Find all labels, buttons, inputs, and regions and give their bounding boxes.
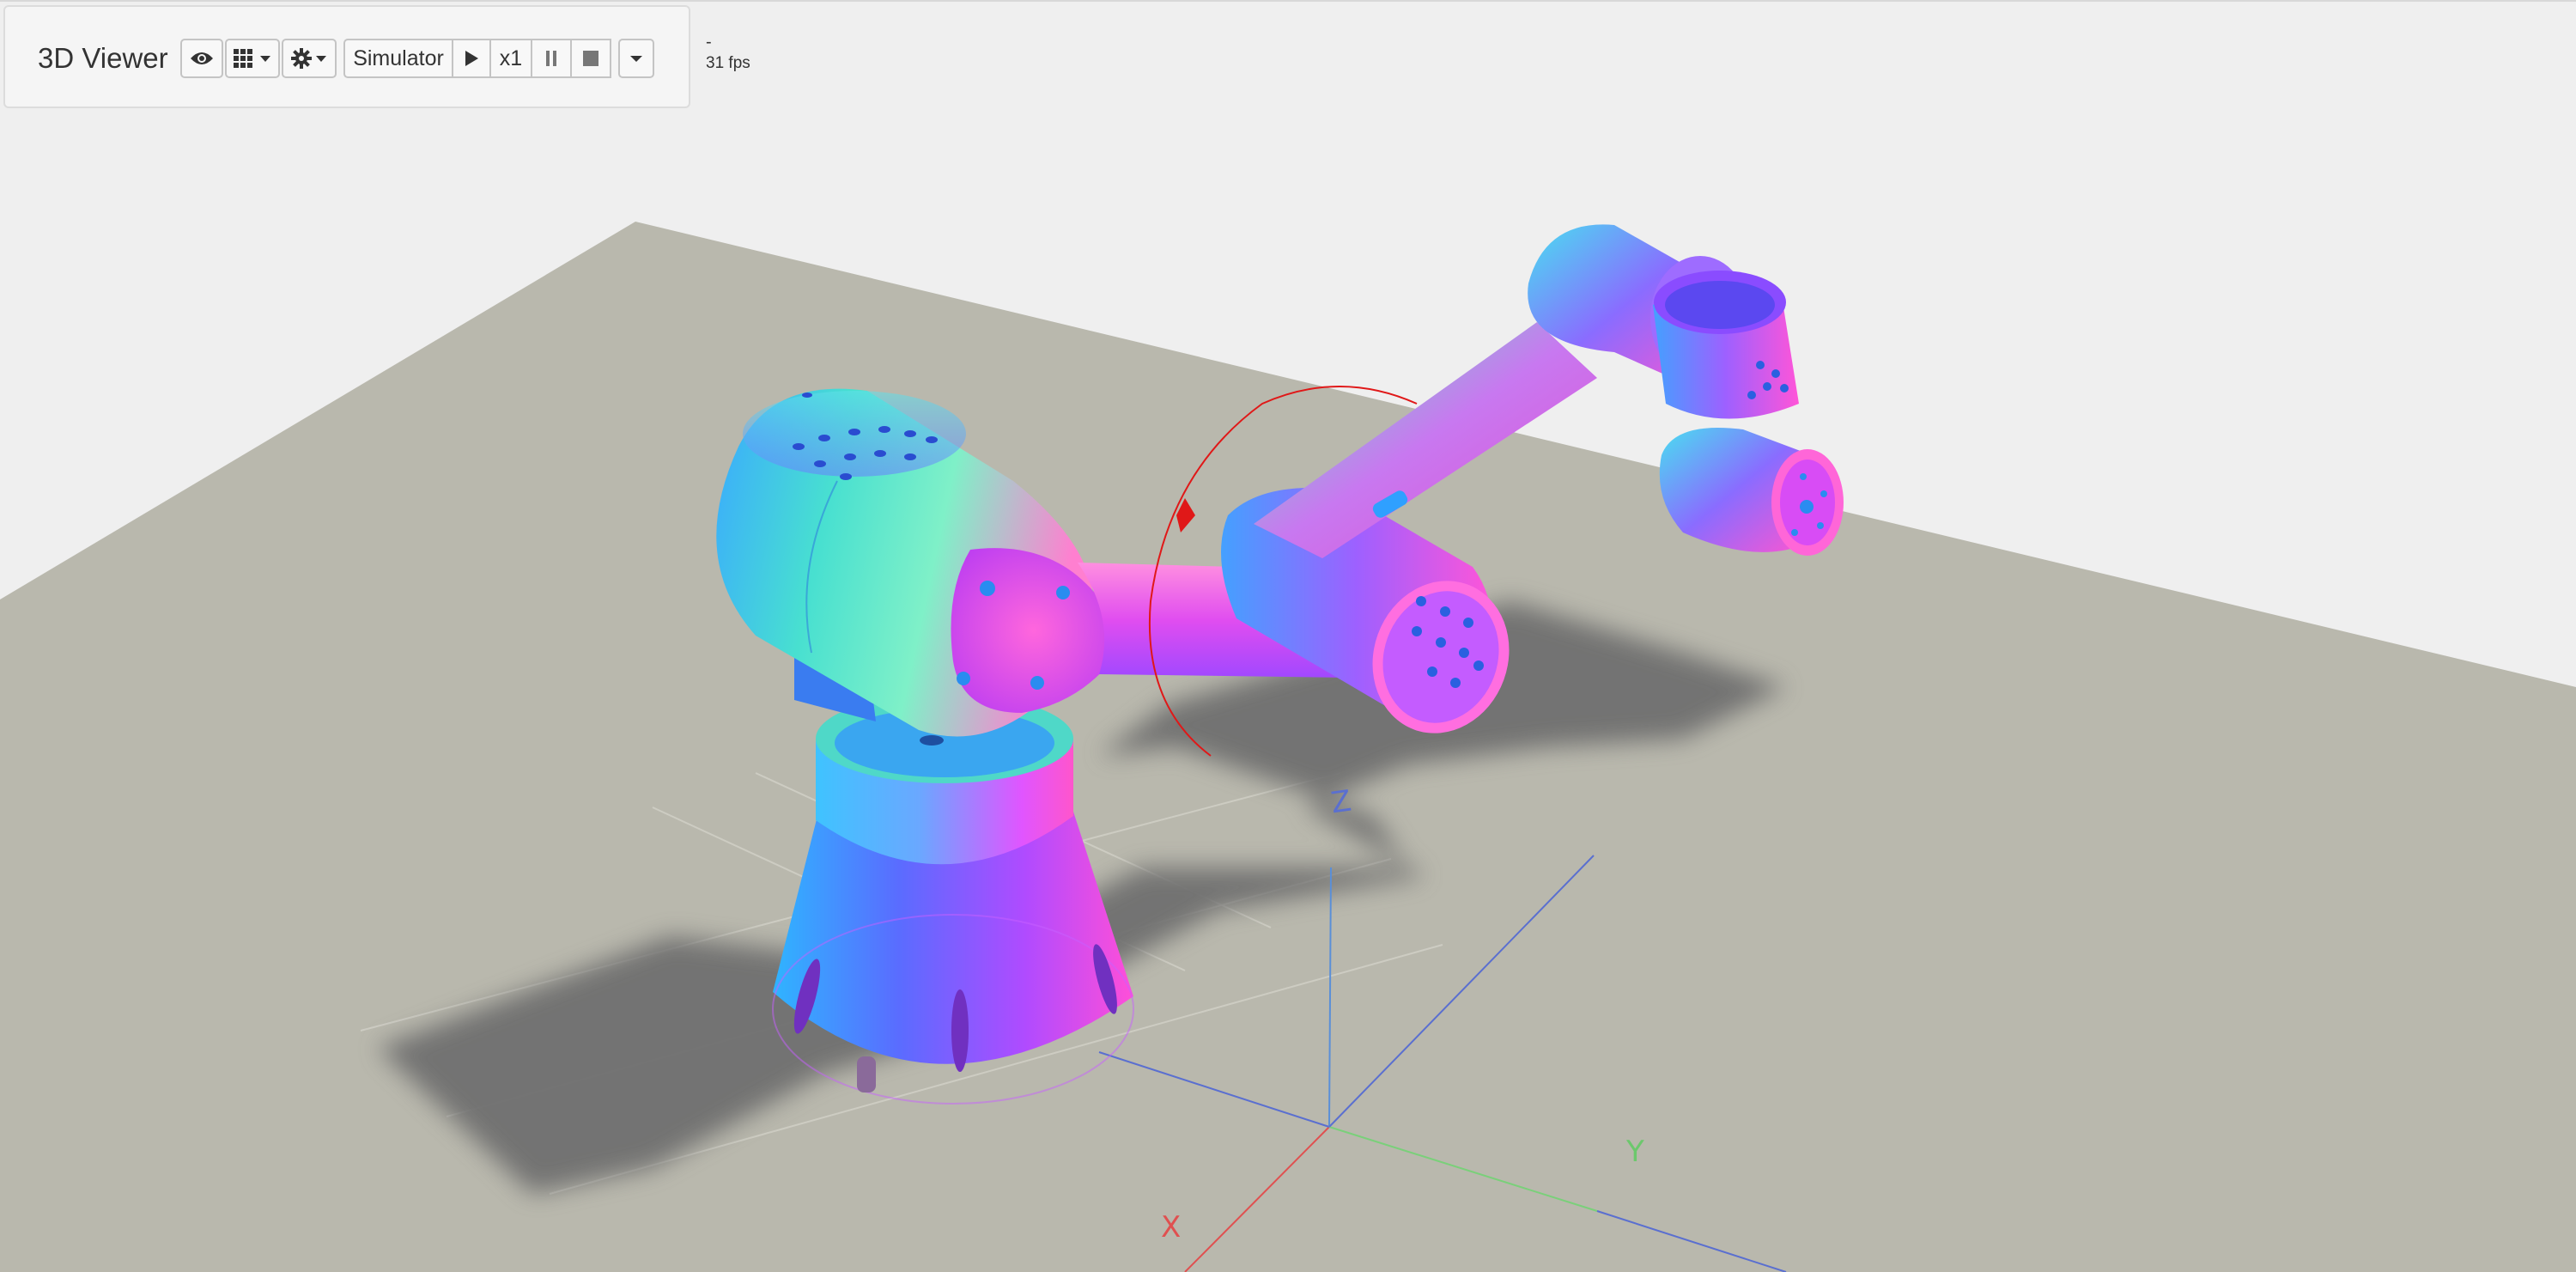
end-effector-center xyxy=(1800,500,1814,514)
pause-icon xyxy=(546,51,556,66)
toolbar-panel: 3D Viewer Simulator x1 xyxy=(3,5,690,108)
more-options-button[interactable] xyxy=(618,39,654,78)
grid-dropdown-button[interactable] xyxy=(225,39,280,78)
gear-icon xyxy=(291,48,312,69)
base-notch xyxy=(857,1056,876,1092)
3d-viewport[interactable]: X Y Z xyxy=(0,0,2576,1272)
speed-button[interactable]: x1 xyxy=(491,39,532,78)
fps-counter: 31 fps xyxy=(706,54,750,72)
pause-button[interactable] xyxy=(532,39,572,78)
app-title: 3D Viewer xyxy=(38,42,168,74)
axis-label-x: X xyxy=(1161,1210,1181,1245)
base-top-center xyxy=(920,735,944,746)
grid-icon xyxy=(234,49,252,68)
eye-icon xyxy=(191,52,213,64)
stop-icon xyxy=(583,51,598,66)
axis-label-y: Y xyxy=(1625,1135,1644,1169)
wrist-flange-top-inner xyxy=(1665,281,1775,329)
simulator-button[interactable]: Simulator xyxy=(343,39,453,78)
play-icon xyxy=(465,51,478,66)
settings-dropdown-button[interactable] xyxy=(282,39,337,78)
chevron-down-icon xyxy=(260,56,270,62)
status-indicator: - xyxy=(706,33,712,52)
play-button[interactable] xyxy=(453,39,491,78)
stop-button[interactable] xyxy=(572,39,611,78)
chevron-down-icon xyxy=(316,56,326,62)
view-button[interactable] xyxy=(180,39,223,78)
caret-down-icon xyxy=(630,56,642,62)
